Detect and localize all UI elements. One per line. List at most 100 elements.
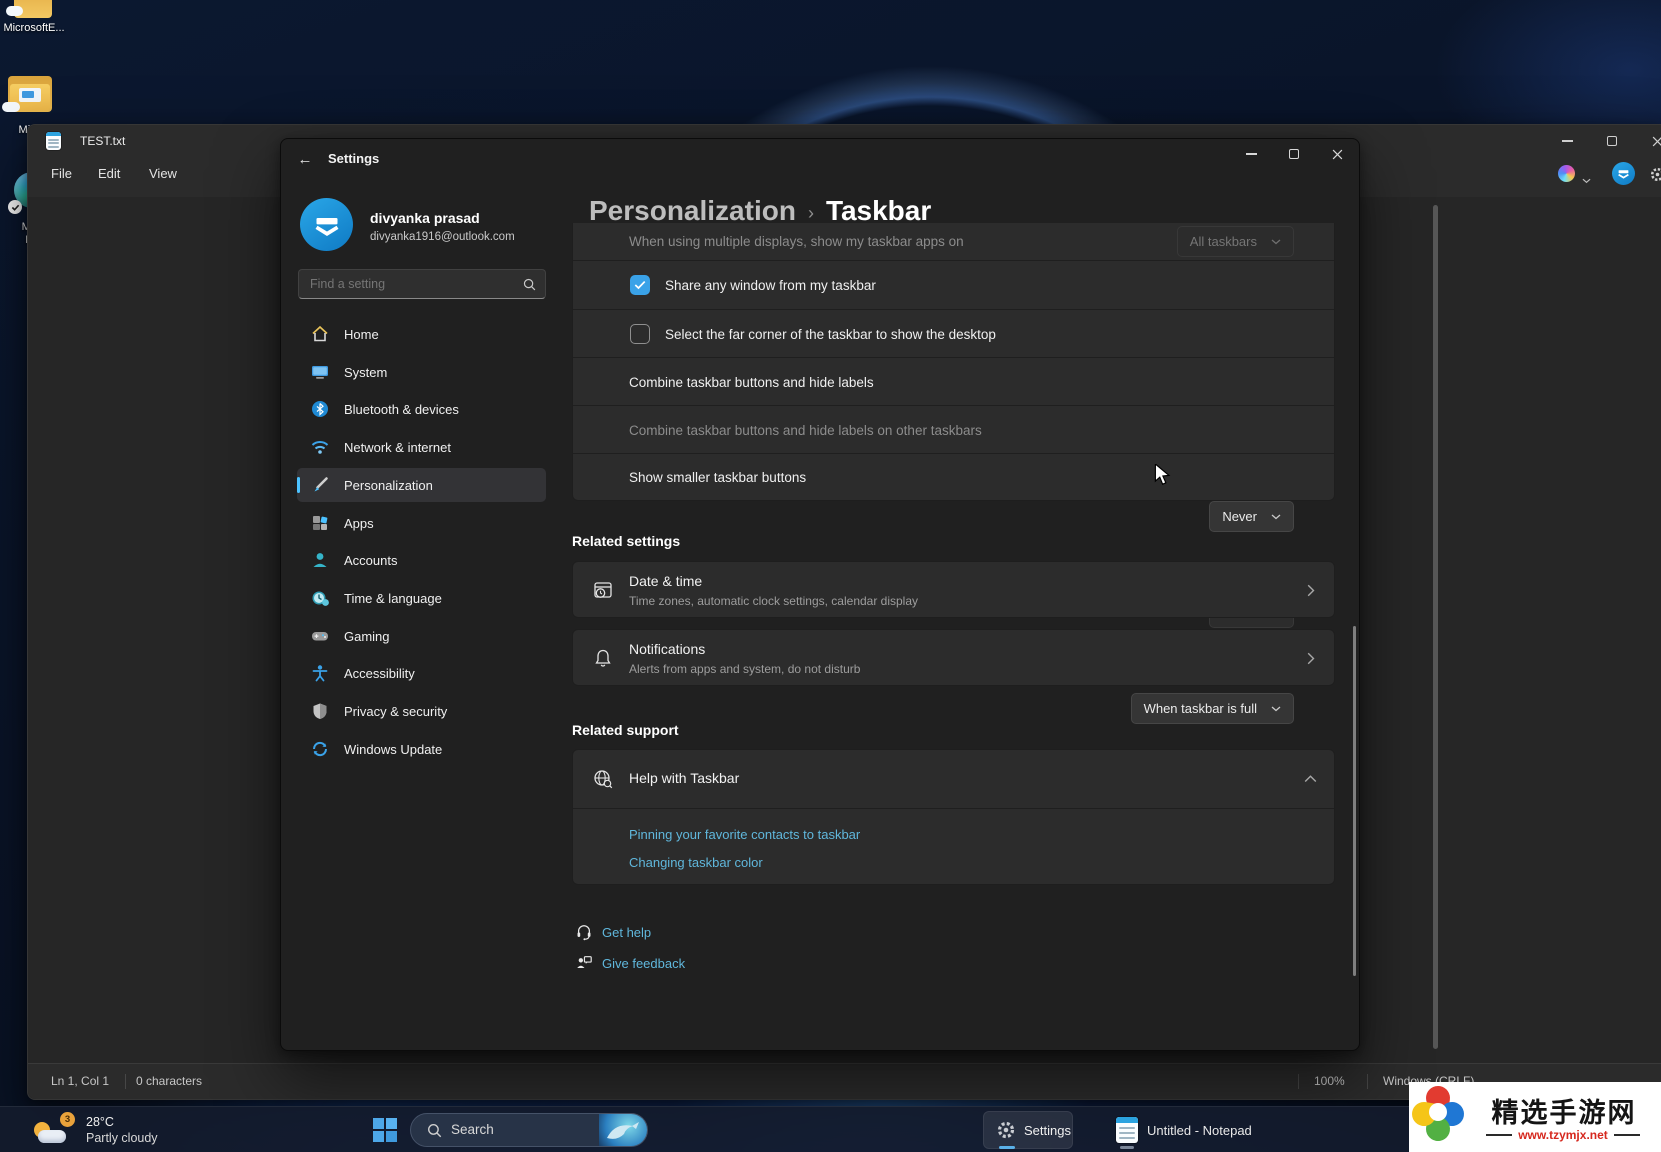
chevron-down-icon	[1271, 239, 1281, 245]
settings-maximize-button[interactable]	[1272, 139, 1316, 169]
site-watermark: 精选手游网 www.tzymjx.net	[1409, 1082, 1661, 1152]
windows-logo-icon	[373, 1118, 397, 1142]
settings-minimize-button[interactable]	[1229, 139, 1273, 169]
notepad-tab-title[interactable]: TEST.txt	[80, 134, 125, 148]
zoom-level-status[interactable]: 100%	[1314, 1074, 1345, 1088]
notepad-minimize-button[interactable]	[1545, 126, 1589, 156]
privacy-shield-icon	[310, 701, 330, 721]
sidebar-item-network-internet[interactable]: Network & internet	[297, 430, 546, 464]
account-avatar[interactable]	[300, 198, 353, 251]
notepad-maximize-button[interactable]	[1590, 126, 1634, 156]
desktop-screen: MicrosoftE... Micro Micr Ed TEST.txt	[0, 0, 1661, 1152]
wifi-icon	[310, 437, 330, 457]
weather-temperature: 28°C	[86, 1115, 158, 1129]
settings-taskbar-button[interactable]: Settings	[983, 1111, 1073, 1149]
sidebar-item-apps[interactable]: Apps	[297, 506, 546, 540]
sidebar-item-system[interactable]: System	[297, 355, 546, 389]
sidebar-item-personalization[interactable]: Personalization	[297, 468, 546, 502]
back-button[interactable]: ←	[287, 145, 323, 173]
notepad-menu-edit[interactable]: Edit	[90, 163, 128, 184]
weather-alert-badge: 3	[60, 1112, 75, 1127]
sidebar-item-accounts[interactable]: Accounts	[297, 543, 546, 577]
smaller-buttons-dropdown[interactable]: When taskbar is full	[1131, 693, 1294, 724]
chevron-right-icon	[1307, 584, 1315, 597]
multiple-displays-dropdown[interactable]: All taskbars	[1177, 226, 1294, 257]
desktop-icon-label[interactable]: MicrosoftE...	[0, 22, 76, 34]
setting-row-far-corner: Select the far corner of the taskbar to …	[573, 310, 1334, 358]
taskbar-search-box[interactable]: Search	[410, 1113, 648, 1147]
far-corner-checkbox[interactable]	[630, 324, 650, 344]
help-link-pinning-contacts[interactable]: Pinning your favorite contacts to taskba…	[629, 827, 860, 842]
notepad-file-icon	[46, 132, 61, 150]
notifications-card[interactable]: Notifications Alerts from apps and syste…	[572, 629, 1335, 686]
share-window-checkbox[interactable]	[630, 275, 650, 295]
time-language-icon	[310, 588, 330, 608]
profile-name[interactable]: divyanka prasad	[370, 210, 480, 226]
sidebar-item-privacy-security[interactable]: Privacy & security	[297, 694, 546, 728]
personalization-brush-icon	[310, 475, 330, 495]
related-settings-header: Related settings	[572, 533, 680, 549]
search-label: Search	[451, 1122, 494, 1137]
notepad-icon	[1116, 1117, 1138, 1143]
setting-row-combine-buttons: Combine taskbar buttons and hide labels …	[573, 358, 1334, 406]
get-help-link[interactable]: Get help	[602, 925, 651, 940]
notepad-menu-view[interactable]: View	[141, 163, 185, 184]
weather-condition: Partly cloudy	[86, 1131, 158, 1145]
profile-email: divyanka1916@outlook.com	[370, 231, 515, 243]
sync-check-badge-icon	[8, 200, 22, 214]
folder-document-preview	[19, 88, 41, 102]
account-avatar[interactable]	[1612, 162, 1635, 185]
settings-close-button[interactable]	[1315, 139, 1359, 169]
notepad-menu-file[interactable]: File	[43, 163, 80, 184]
window-title: Settings	[328, 151, 379, 166]
chevron-up-icon	[1304, 775, 1317, 783]
sidebar-item-bluetooth-devices[interactable]: Bluetooth & devices	[297, 392, 546, 426]
date-time-card[interactable]: Date & time Time zones, automatic clock …	[572, 561, 1335, 618]
cloud-icon	[38, 1130, 66, 1143]
notepad-close-button[interactable]	[1635, 126, 1661, 156]
setting-row-combine-other-taskbars: Combine taskbar buttons and hide labels …	[573, 406, 1334, 454]
search-icon	[427, 1123, 442, 1138]
settings-scrollbar[interactable]	[1353, 626, 1356, 976]
windows-update-icon	[310, 739, 330, 759]
status-divider	[1298, 1074, 1299, 1089]
help-with-taskbar-card: Help with Taskbar Pinning your favorite …	[572, 749, 1335, 885]
help-card-toggle[interactable]: Help with Taskbar	[573, 750, 1334, 808]
card-title: Date & time	[629, 573, 702, 589]
chevron-right-icon	[1307, 652, 1315, 665]
settings-window: ← Settings divyanka prasad divyanka1916@…	[280, 138, 1360, 1051]
notepad-scrollbar[interactable]	[1433, 205, 1438, 1049]
notepad-taskbar-button[interactable]: Untitled - Notepad	[1108, 1111, 1260, 1149]
get-help-headset-icon	[575, 923, 593, 941]
give-feedback-link[interactable]: Give feedback	[602, 956, 685, 971]
watermark-rule-right	[1614, 1134, 1640, 1136]
weather-widget[interactable]: 3 28°C Partly cloudy	[30, 1107, 158, 1152]
gaming-controller-icon	[310, 626, 330, 646]
search-input[interactable]	[299, 270, 517, 298]
chevron-down-icon[interactable]	[1582, 171, 1591, 189]
search-box[interactable]	[298, 269, 546, 299]
sidebar-item-gaming[interactable]: Gaming	[297, 619, 546, 653]
status-divider	[125, 1074, 126, 1089]
sidebar-item-time-language[interactable]: Time & language	[297, 581, 546, 615]
combine-buttons-dropdown[interactable]: Never	[1209, 501, 1294, 532]
search-highlight-dolphin-art	[599, 1114, 647, 1147]
notepad-open-indicator	[1120, 1146, 1134, 1149]
setting-row-multiple-displays: When using multiple displays, show my ta…	[573, 223, 1334, 260]
start-button[interactable]	[371, 1116, 399, 1144]
card-title: Help with Taskbar	[629, 770, 739, 786]
onedrive-cloud-icon	[6, 6, 23, 16]
watermark-rule-left	[1486, 1134, 1512, 1136]
sidebar-item-home[interactable]: Home	[297, 317, 546, 351]
mouse-cursor	[1153, 464, 1172, 486]
sidebar-item-accessibility[interactable]: Accessibility	[297, 656, 546, 690]
help-link-taskbar-color[interactable]: Changing taskbar color	[629, 855, 763, 870]
row-divider	[573, 808, 1334, 809]
watermark-site-url: www.tzymjx.net	[1518, 1128, 1608, 1142]
accessibility-icon	[310, 663, 330, 683]
copilot-icon[interactable]	[1558, 165, 1575, 182]
sidebar-item-windows-update[interactable]: Windows Update	[297, 732, 546, 766]
cursor-position-status: Ln 1, Col 1	[51, 1074, 109, 1088]
check-icon	[634, 280, 646, 290]
notepad-settings-gear-icon[interactable]	[1649, 166, 1661, 188]
